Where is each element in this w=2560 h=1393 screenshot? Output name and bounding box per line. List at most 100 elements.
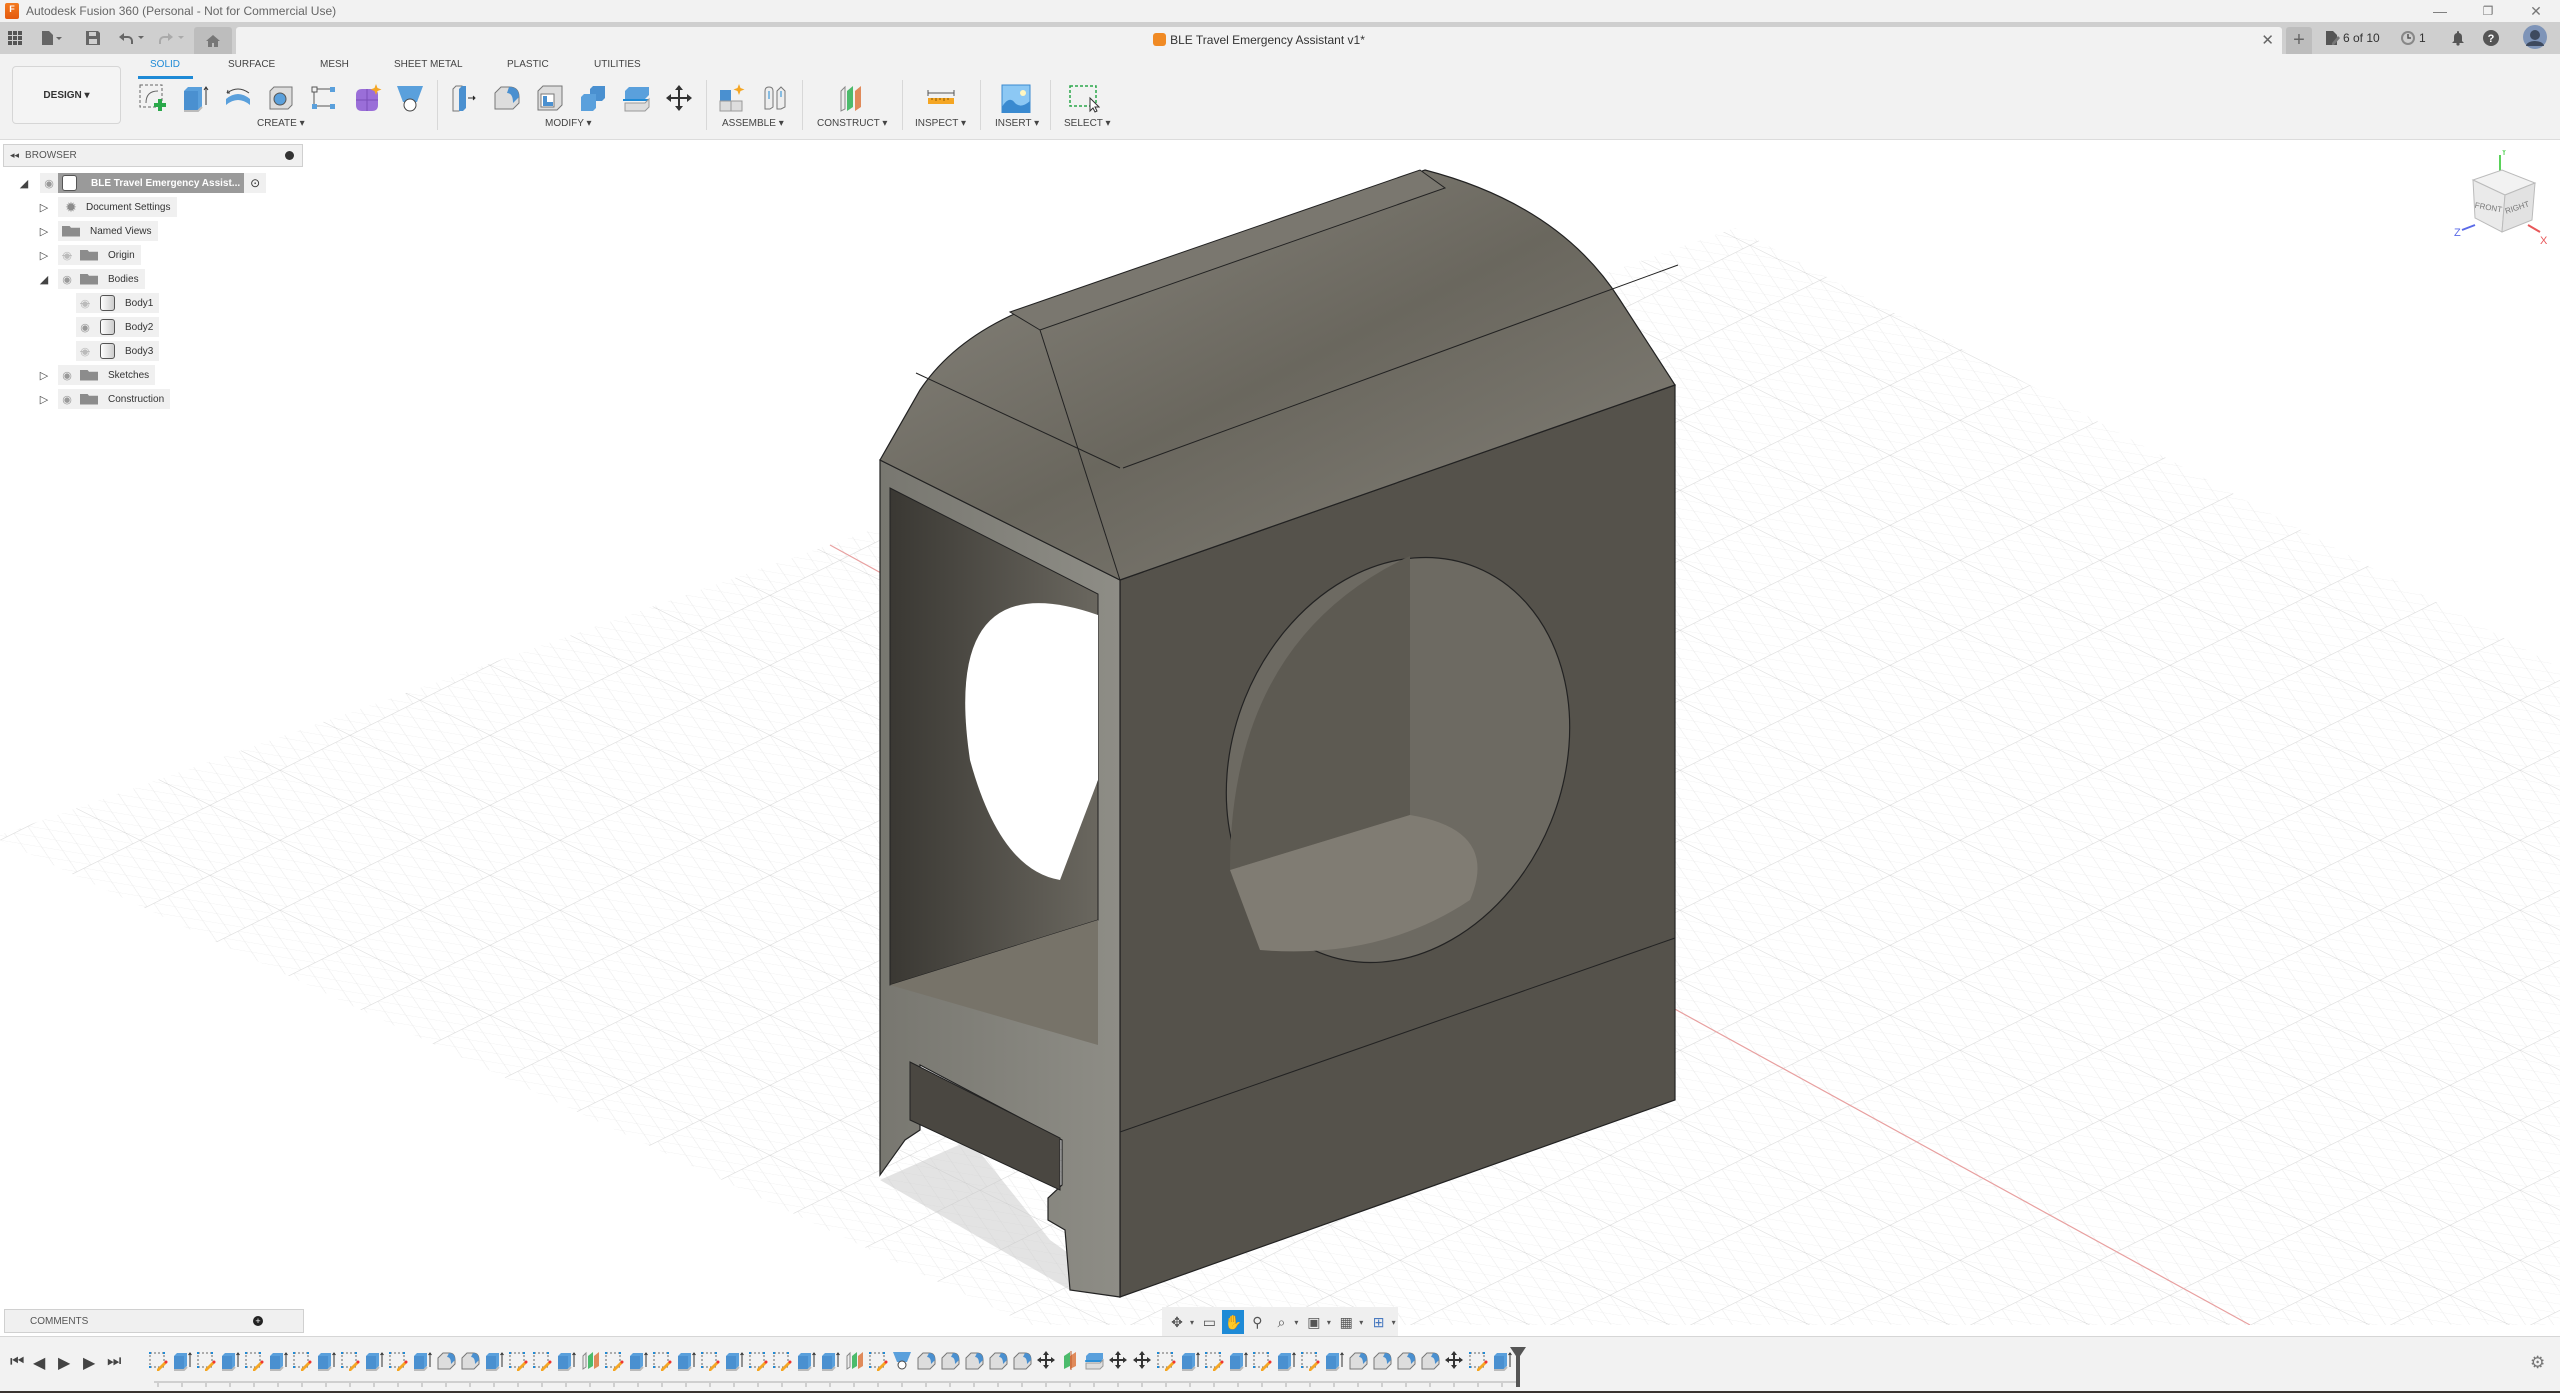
timeline-feature-sketch[interactable] [292,1350,312,1372]
timeline-feature-sketch[interactable] [388,1350,408,1372]
timeline-feature-fillet[interactable] [1396,1350,1416,1372]
timeline-feature-extrude[interactable] [676,1350,696,1372]
view-cube[interactable]: FRONT RIGHT Y Z X [2440,146,2550,260]
timeline-feature-sketch[interactable] [244,1350,264,1372]
shell-modify-button[interactable] [534,82,566,114]
timeline-feature-sketch[interactable] [1300,1350,1320,1372]
browser-item-bodies[interactable]: ◢ ◉ Bodies [38,269,145,289]
pan-button[interactable]: ✋ [1222,1310,1245,1334]
step-forward-button[interactable]: ▶ [83,1353,95,1373]
timeline-feature-extrude[interactable] [1276,1350,1296,1372]
assemble-menu[interactable]: ASSEMBLE ▾ [722,118,784,129]
split-body-button[interactable] [620,82,652,114]
undo-button[interactable] [118,26,146,50]
new-tab-button[interactable]: + [2286,27,2312,54]
fit-button[interactable]: ⌕ [1270,1310,1292,1334]
browser-item-document-settings[interactable]: ▷ ✹ Document Settings [38,197,177,217]
viewports-dropdown[interactable]: ▾ [1392,1318,1398,1327]
timeline-feature-extrude[interactable] [796,1350,816,1372]
browser-item-body1[interactable]: ◉ Body1 [76,293,160,313]
timeline-feature-sketch[interactable] [1156,1350,1176,1372]
hole-button[interactable] [265,82,297,114]
inspect-menu[interactable]: INSPECT ▾ [915,118,966,129]
browser-item-named-views[interactable]: ▷ Named Views [38,221,158,241]
timeline-feature-extrude[interactable] [556,1350,576,1372]
timeline-marker[interactable] [1510,1347,1526,1387]
browser-item-origin[interactable]: ▷ ◉ Origin [38,245,141,265]
collapsed-triangle-icon[interactable]: ▷ [38,393,50,406]
timeline-feature-fillet[interactable] [964,1350,984,1372]
timeline-feature-fillet[interactable] [1348,1350,1368,1372]
window-select-button[interactable] [1068,82,1100,114]
minimize-button[interactable]: — [2417,0,2463,22]
timeline-feature-sketch[interactable] [532,1350,552,1372]
visibility-eye-icon[interactable]: ◉ [40,177,58,190]
viewports-button[interactable]: ⊞ [1368,1310,1390,1334]
browser-collapse-button[interactable] [285,151,294,160]
timeline-feature-sketch[interactable] [652,1350,672,1372]
browser-item-body3[interactable]: ◉ Body3 [76,341,160,361]
timeline-feature-fillet[interactable] [988,1350,1008,1372]
display-settings-button[interactable]: ▣ [1303,1310,1325,1334]
timeline-feature-extrude[interactable] [628,1350,648,1372]
go-to-end-button[interactable]: ⏭ [107,1353,121,1371]
timeline-feature-plane[interactable] [580,1350,600,1372]
timeline-feature-extrude[interactable] [484,1350,504,1372]
construct-menu[interactable]: CONSTRUCT ▾ [817,118,887,129]
visibility-eye-icon[interactable]: ◉ [58,369,76,382]
timeline-feature-fillet[interactable] [940,1350,960,1372]
offset-plane-button[interactable] [835,82,867,114]
create-sketch-button[interactable] [137,82,169,114]
fillet-button[interactable] [491,82,523,114]
create-form-button[interactable] [351,82,383,114]
press-pull-button[interactable] [448,82,480,114]
shell-tool-button[interactable] [394,82,426,114]
file-menu-button[interactable] [40,26,62,50]
zoom-button[interactable]: ⚲ [1246,1310,1268,1334]
timeline-feature-sketch[interactable] [604,1350,624,1372]
collapsed-triangle-icon[interactable]: ▷ [38,249,50,262]
user-avatar[interactable] [2523,25,2547,49]
timeline-feature-extrude[interactable] [1324,1350,1344,1372]
timeline-feature-sketch[interactable] [700,1350,720,1372]
timeline-feature-sketch[interactable] [748,1350,768,1372]
timeline-feature-sketch[interactable] [1468,1350,1488,1372]
timeline-feature-extrude[interactable] [1228,1350,1248,1372]
timeline-feature-extrude[interactable] [1180,1350,1200,1372]
tab-sheet-metal[interactable]: SHEET METAL [394,59,463,70]
model-canvas[interactable] [0,140,2560,1325]
orbit-button[interactable]: ✥ [1166,1310,1188,1334]
fit-dropdown[interactable]: ▾ [1294,1318,1300,1327]
timeline-feature-fillet[interactable] [1012,1350,1032,1372]
timeline-feature-extrude[interactable] [364,1350,384,1372]
timeline-feature-fillet[interactable] [1372,1350,1392,1372]
canvas-viewport[interactable]: FRONT RIGHT Y Z X [0,140,2560,1325]
save-button[interactable] [85,26,101,50]
collapsed-triangle-icon[interactable]: ▷ [38,369,50,382]
timeline-feature-sketch[interactable] [148,1350,168,1372]
help-button[interactable]: ? [2483,30,2499,46]
visibility-eye-icon[interactable]: ◉ [58,393,76,406]
timeline-feature-extrude[interactable] [724,1350,744,1372]
hidden-eye-icon[interactable]: ◉ [76,297,94,310]
close-tab-button[interactable]: ✕ [2261,31,2274,49]
go-to-start-button[interactable]: ⏮ [10,1353,24,1371]
redo-button[interactable] [158,26,186,50]
grid-dropdown[interactable]: ▾ [1359,1318,1365,1327]
restore-button[interactable]: ❐ [2465,0,2511,22]
insert-image-button[interactable] [1000,82,1032,114]
play-button[interactable]: ▶ [58,1353,70,1373]
timeline-settings-gear-icon[interactable]: ⚙ [2530,1353,2545,1373]
timeline-feature-sketch[interactable] [508,1350,528,1372]
browser-panel-header[interactable]: ◂◂ BROWSER [3,144,303,167]
timeline-feature-move[interactable] [1444,1350,1464,1372]
timeline-feature-extrude[interactable] [268,1350,288,1372]
data-panel-button[interactable] [8,26,22,50]
timeline-feature-sketch[interactable] [196,1350,216,1372]
timeline-feature-extrude[interactable] [1492,1350,1512,1372]
browser-item-construction[interactable]: ▷ ◉ Construction [38,389,171,409]
timeline-feature-extrude[interactable] [820,1350,840,1372]
collapse-browser-icon[interactable]: ◂◂ [10,150,19,161]
hidden-eye-icon[interactable]: ◉ [58,249,76,262]
timeline-feature-split[interactable] [1060,1350,1080,1372]
